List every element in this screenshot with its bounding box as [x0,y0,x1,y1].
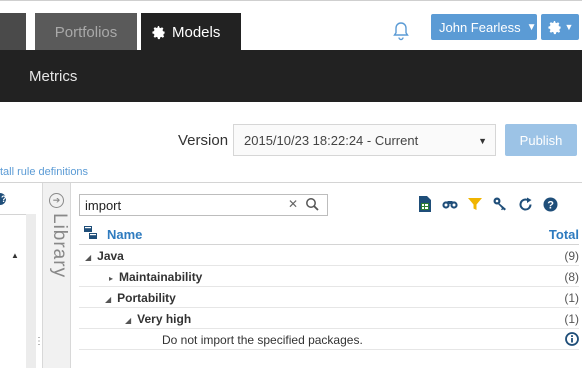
version-select[interactable]: 2015/10/23 18:22:24 - Current ▼ [233,124,496,156]
keys-icon[interactable] [492,196,508,212]
column-header-name[interactable]: Name [107,227,142,242]
tree-row-rule[interactable]: Do not import the specified packages. [79,329,579,350]
left-panel: ▲ [0,214,26,368]
divider [0,182,582,183]
tree-row-count: (1) [564,291,579,305]
toolbar: ? [417,195,558,213]
caret-collapsed-icon[interactable]: ▸ [109,274,113,283]
tree-row-very-high[interactable]: ◢ Very high (1) [79,308,579,329]
publish-label: Publish [519,132,563,148]
top-navigation-bar: Portfolios Models John Fearless ▼ ▼ [0,0,582,51]
caret-expanded-icon[interactable]: ◢ [125,316,131,325]
version-selected-value: 2015/10/23 18:22:24 - Current [244,132,419,148]
tree-row-label: Portability [117,291,176,305]
tree-row-label: Java [97,249,124,263]
caret-expanded-icon[interactable]: ◢ [105,295,111,304]
help-icon[interactable]: ? [0,192,12,206]
filter-icon[interactable] [467,196,483,212]
export-icon[interactable] [417,196,433,212]
search-icon[interactable] [305,197,320,212]
tab-models-label: Models [172,23,221,41]
binoculars-icon[interactable] [442,196,458,212]
tree-structure-icon [84,226,97,239]
caret-down-icon: ▼ [526,21,537,33]
svg-text:?: ? [1,194,7,204]
gear-icon [547,20,561,34]
tree-row-count: (8) [564,270,579,284]
settings-menu-button[interactable]: ▼ [541,14,579,40]
publish-button[interactable]: Publish [505,124,577,156]
section-header: Metrics [0,50,582,102]
library-panel-toggle[interactable]: ➔ Library [42,183,71,368]
tree-row-label: Maintainability [119,270,203,284]
tree-row-maintainability[interactable]: ▸ Maintainability (8) [79,266,579,287]
version-label: Version [178,132,229,149]
user-menu-button[interactable]: John Fearless ▼ [431,14,537,40]
tab-models[interactable]: Models [141,13,241,51]
tab-portfolios-label: Portfolios [54,23,118,41]
tree-row-label: Very high [137,312,192,326]
chevron-up-icon[interactable]: ▲ [11,251,19,260]
bell-icon[interactable] [392,21,410,41]
circle-arrow-right-icon: ➔ [49,193,64,208]
tree-row-portability[interactable]: ◢ Portability (1) [79,287,579,308]
tree-row-count: (9) [564,249,579,263]
caret-expanded-icon[interactable]: ◢ [85,253,91,262]
gear-icon [152,25,165,39]
caret-down-icon: ▼ [564,22,574,32]
user-name: John Fearless [439,19,521,35]
tab-portfolios[interactable]: Portfolios [35,13,137,51]
tree-row-label: Do not import the specified packages. [162,333,363,347]
svg-text:?: ? [547,199,554,211]
caret-down-icon: ▼ [478,136,487,146]
info-icon[interactable] [565,332,579,346]
search-value: import [85,197,122,213]
refresh-icon[interactable] [517,196,533,212]
tree-row-count: (1) [564,312,579,326]
tree-row-java[interactable]: ◢ Java (9) [79,245,579,266]
install-rule-definitions-link[interactable]: tall rule definitions [0,166,88,178]
help-icon[interactable]: ? [542,196,558,212]
table-header: Name Total [79,223,579,245]
clear-icon[interactable]: ✕ [288,197,298,211]
collapsed-nav-stub [0,13,26,51]
section-title: Metrics [29,68,78,85]
library-label: Library [49,213,70,279]
column-header-total[interactable]: Total [549,227,579,242]
